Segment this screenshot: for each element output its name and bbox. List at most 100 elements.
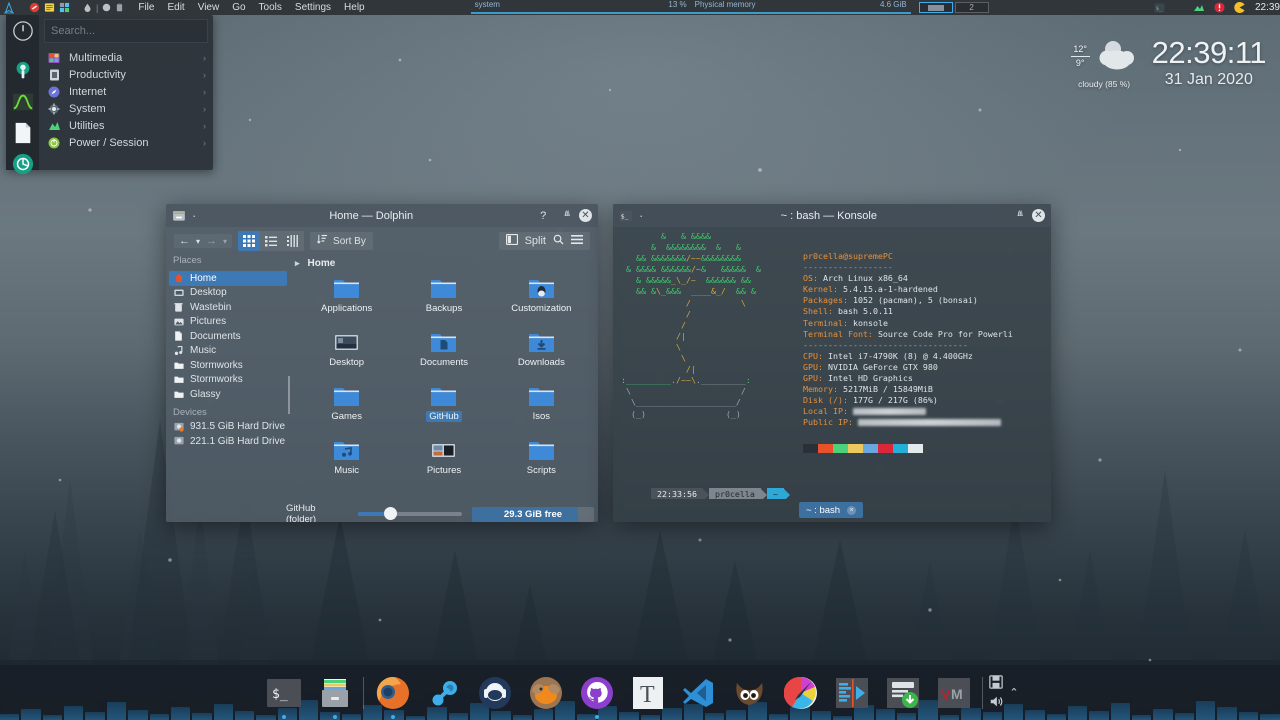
sort-by-button[interactable]: Sort By (310, 232, 373, 250)
place-music[interactable]: Music (169, 344, 287, 359)
category-productivity[interactable]: Productivity › (44, 66, 208, 83)
menu-go[interactable]: Go (232, 2, 245, 13)
monitor-system[interactable]: system 13 % (471, 0, 691, 15)
update-alert-icon[interactable] (1214, 2, 1225, 13)
settings-wrench-icon[interactable] (10, 60, 36, 82)
dock-item-terminal[interactable]: $_ (261, 670, 306, 715)
places-scrollbar[interactable] (288, 376, 290, 414)
breadcrumb-arrow-icon[interactable]: ▸ (295, 258, 300, 269)
dock-item-firefox-dev[interactable] (523, 670, 568, 715)
file-item-github[interactable]: GitHub (395, 385, 492, 439)
pager-desktop-1[interactable] (919, 2, 953, 13)
file-item-downloads[interactable]: Downloads (493, 331, 590, 385)
help-button[interactable]: ? (540, 210, 546, 222)
file-item-documents[interactable]: Documents (395, 331, 492, 385)
konsole-window[interactable]: $_ · ~ : bash — Konsole ⱟ ⱞ ✕ & & &&&& &… (613, 204, 1051, 522)
category-utilities[interactable]: Utilities › (44, 117, 208, 134)
menu-view[interactable]: View (198, 2, 220, 13)
file-item-isos[interactable]: Isos (493, 385, 590, 439)
dock-item-file-manager[interactable] (312, 670, 357, 715)
maximize-button[interactable]: ⱞ (564, 209, 570, 222)
file-item-games[interactable]: Games (298, 385, 395, 439)
place-home[interactable]: Home (169, 271, 287, 286)
dock-item-krita[interactable] (778, 670, 823, 715)
dolphin-titlebar[interactable]: · Home — Dolphin ? ⱟ ⱞ ✕ (166, 204, 598, 227)
place-pictures[interactable]: Pictures (169, 315, 287, 330)
place-stormworks-1[interactable]: Stormworks (169, 358, 287, 373)
konsole-titlebar[interactable]: $_ · ~ : bash — Konsole ⱟ ⱞ ✕ (613, 204, 1051, 227)
back-menu-icon[interactable]: ▾ (194, 237, 202, 246)
view-icons-button[interactable] (238, 231, 260, 251)
file-item-applications[interactable]: Applications (298, 277, 395, 331)
category-multimedia[interactable]: Multimedia › (44, 49, 208, 66)
menu-settings[interactable]: Settings (295, 2, 331, 13)
system-monitor-graph-icon[interactable] (10, 91, 36, 113)
document-icon[interactable] (10, 122, 36, 144)
dock-item-firefox[interactable] (370, 670, 415, 715)
file-item-desktop[interactable]: Desktop (298, 331, 395, 385)
dock-item-github[interactable] (574, 670, 619, 715)
maximize-button[interactable]: ⱞ (1017, 209, 1023, 222)
category-system[interactable]: System › (44, 100, 208, 117)
view-list-button[interactable] (260, 231, 282, 251)
category-power-session[interactable]: Power / Session › (44, 134, 208, 151)
clock-block[interactable]: 22:39:11 31 Jan 2020 (1152, 36, 1266, 90)
place-stormworks-2[interactable]: Stormworks (169, 373, 287, 388)
category-internet[interactable]: Internet › (44, 83, 208, 100)
shell-prompt[interactable]: 22:33:56pr0cella~ $ (621, 477, 790, 499)
terminal-icon[interactable]: $_ (1154, 3, 1165, 13)
dock-item-steam[interactable] (421, 670, 466, 715)
place-wastebin[interactable]: Wastebin (169, 300, 287, 315)
pager-desktop-2[interactable]: 2 (955, 2, 989, 13)
device-hd-221[interactable]: 221.1 GiB Hard Drive (169, 434, 287, 449)
arch-logo-icon[interactable] (3, 2, 15, 14)
close-button[interactable]: ✕ (579, 209, 592, 222)
klipper-red-icon[interactable] (29, 2, 40, 13)
menu-file[interactable]: File (138, 2, 154, 13)
circle-icon[interactable] (102, 3, 111, 12)
dock-expand-icon[interactable]: ⌃ (1009, 686, 1018, 699)
screenshot-icon[interactable] (10, 153, 36, 175)
zoom-slider[interactable] (358, 512, 462, 516)
dock-item-gimp[interactable] (727, 670, 772, 715)
file-item-music[interactable]: Music (298, 439, 395, 493)
menu-help[interactable]: Help (344, 2, 365, 13)
back-button[interactable]: ← (177, 235, 192, 247)
dolphin-window[interactable]: · Home — Dolphin ? ⱟ ⱞ ✕ ← ▾ → ▾ (166, 204, 598, 522)
search-input[interactable] (44, 19, 208, 43)
device-hd-931[interactable]: 931.5 GiB Hard Drive (169, 420, 287, 435)
tab-close-icon[interactable]: × (847, 506, 856, 515)
file-item-customization[interactable]: Customization (493, 277, 590, 331)
breadcrumb-path[interactable]: Home (308, 258, 336, 269)
place-desktop[interactable]: Desktop (169, 286, 287, 301)
place-documents[interactable]: Documents (169, 329, 287, 344)
file-item-scripts[interactable]: Scripts (493, 439, 590, 493)
forward-button[interactable]: → (204, 235, 219, 247)
terminal-output[interactable]: & & &&&& & &&&&&&&& & & && &&&&&&&/~~&&&… (613, 227, 1051, 499)
drop-icon[interactable] (83, 2, 92, 13)
konsole-tab-bash[interactable]: ~ : bash × (799, 502, 863, 518)
file-item-backups[interactable]: Backups (395, 277, 492, 331)
volume-icon[interactable] (989, 695, 1003, 711)
menu-edit[interactable]: Edit (167, 2, 184, 13)
clipboard-icon[interactable] (115, 2, 124, 13)
dock-item-vscode[interactable] (676, 670, 721, 715)
power-icon[interactable] (10, 20, 36, 42)
monitor-memory[interactable]: Physical memory 4.6 GiB (691, 0, 911, 15)
forward-menu-icon[interactable]: ▾ (221, 237, 229, 246)
close-button[interactable]: ✕ (1032, 209, 1045, 222)
split-icon[interactable] (506, 234, 518, 248)
floppy-save-icon[interactable] (989, 675, 1003, 692)
search-icon[interactable] (553, 234, 564, 248)
view-details-button[interactable] (282, 231, 304, 251)
split-label[interactable]: Split (525, 235, 546, 247)
dock-item-discord[interactable] (472, 670, 517, 715)
pacman-icon[interactable] (1234, 2, 1245, 13)
panel-clock[interactable]: 22:39 (1249, 2, 1280, 13)
hamburger-menu-icon[interactable] (571, 234, 583, 248)
notes-yellow-icon[interactable] (44, 2, 55, 13)
dock-item-vmware[interactable]: VM (931, 670, 976, 715)
file-item-pictures[interactable]: Pictures (395, 439, 492, 493)
dock-item-texstudio[interactable]: T (625, 670, 670, 715)
dock-item-download-manager[interactable] (880, 670, 925, 715)
